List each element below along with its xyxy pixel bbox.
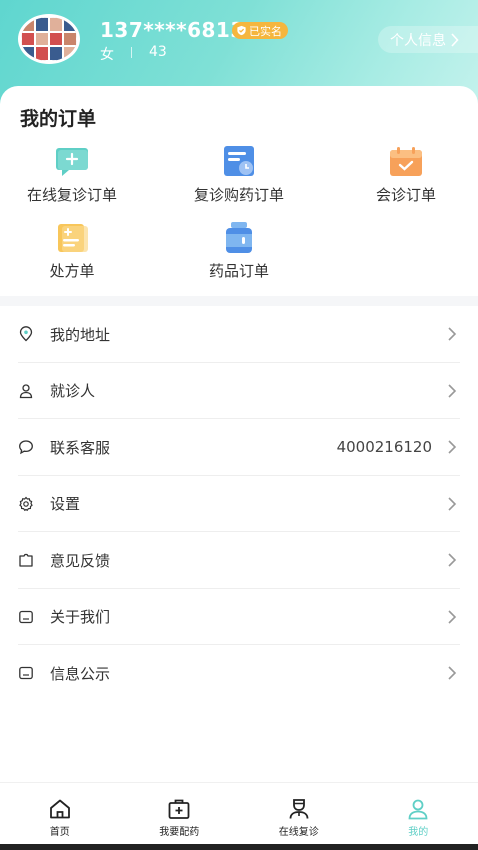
doctor-icon xyxy=(289,799,309,819)
chevron-right-icon xyxy=(448,384,457,398)
location-icon xyxy=(19,326,33,342)
order-label: 处方单 xyxy=(49,262,95,280)
menu-item-feedback[interactable]: 意见反馈 xyxy=(0,532,478,589)
menu-label: 就诊人 xyxy=(50,382,96,401)
chevron-right-icon xyxy=(448,327,457,341)
document-clock-icon xyxy=(224,146,254,176)
menu-item-settings[interactable]: 设置 xyxy=(0,476,478,532)
order-consultation[interactable]: 会诊订单 xyxy=(336,146,476,205)
menu-item-public-notice[interactable]: 信息公示 xyxy=(0,645,478,702)
feedback-icon xyxy=(19,554,33,567)
order-prescription[interactable]: 处方单 xyxy=(2,222,142,281)
personal-info-button[interactable]: 个人信息 xyxy=(378,26,478,53)
order-label: 药品订单 xyxy=(208,262,269,280)
order-label: 会诊订单 xyxy=(375,186,436,204)
verified-label: 已实名 xyxy=(249,24,282,38)
system-nav-bar xyxy=(0,844,478,850)
chevron-right-icon xyxy=(448,666,457,680)
verified-badge: 已实名 xyxy=(232,22,288,39)
gear-icon xyxy=(19,496,33,511)
tab-mine[interactable]: 我的 xyxy=(359,783,478,840)
calendar-check-icon xyxy=(390,147,422,176)
avatar[interactable] xyxy=(18,14,80,64)
prescription-icon xyxy=(58,224,88,252)
service-phone[interactable]: 4000216120 xyxy=(337,438,432,456)
order-revisit-purchase[interactable]: 复诊购药订单 xyxy=(169,146,309,205)
chevron-right-icon xyxy=(448,497,457,511)
personal-info-label: 个人信息 xyxy=(390,32,446,49)
home-icon xyxy=(49,799,70,819)
settings-menu: 我的地址 就诊人 联系客服 4000216120 设置 意见反馈 关于我们 信息… xyxy=(0,306,478,702)
info-box-icon xyxy=(19,610,33,623)
chat-plus-icon xyxy=(56,148,88,176)
phone-number: 137****6813 xyxy=(100,18,245,42)
order-label: 在线复诊订单 xyxy=(26,186,117,204)
tab-label: 在线复诊 xyxy=(278,827,319,838)
menu-label: 关于我们 xyxy=(50,608,111,627)
tab-label: 我要配药 xyxy=(159,827,200,838)
gender: 女 xyxy=(100,47,114,63)
tab-online-revisit[interactable]: 在线复诊 xyxy=(239,783,359,840)
tab-label: 我的 xyxy=(408,827,429,838)
chevron-right-icon xyxy=(448,553,457,567)
orders-title: 我的订单 xyxy=(20,108,97,130)
menu-item-customer-service[interactable]: 联系客服 4000216120 xyxy=(0,419,478,476)
menu-label: 意见反馈 xyxy=(50,551,111,570)
menu-label: 联系客服 xyxy=(50,438,111,457)
menu-label: 我的地址 xyxy=(50,325,111,344)
section-divider xyxy=(0,296,478,306)
chevron-right-icon xyxy=(451,32,459,47)
chat-bubble-icon xyxy=(19,440,33,455)
tab-home[interactable]: 首页 xyxy=(0,783,120,840)
medicine-bottle-icon xyxy=(226,222,252,253)
tab-dispense-medicine[interactable]: 我要配药 xyxy=(120,783,240,840)
age: 43 xyxy=(149,44,167,60)
shield-check-icon xyxy=(237,25,246,36)
menu-item-address[interactable]: 我的地址 xyxy=(0,306,478,363)
menu-item-about-us[interactable]: 关于我们 xyxy=(0,589,478,645)
order-online-revisit[interactable]: 在线复诊订单 xyxy=(2,146,142,205)
user-icon xyxy=(408,799,428,820)
notice-icon xyxy=(19,667,33,680)
chevron-right-icon xyxy=(448,610,457,624)
tab-label: 首页 xyxy=(49,827,70,838)
menu-label: 信息公示 xyxy=(50,664,111,683)
divider xyxy=(131,47,132,58)
person-icon xyxy=(19,384,33,398)
order-medicine[interactable]: 药品订单 xyxy=(169,222,309,281)
order-label: 复诊购药订单 xyxy=(193,186,284,204)
menu-item-patients[interactable]: 就诊人 xyxy=(0,363,478,419)
bottom-tab-bar: 首页 我要配药 在线复诊 我的 xyxy=(0,782,478,840)
menu-label: 设置 xyxy=(50,495,81,514)
chevron-right-icon xyxy=(448,440,457,454)
medical-kit-icon xyxy=(168,799,190,819)
